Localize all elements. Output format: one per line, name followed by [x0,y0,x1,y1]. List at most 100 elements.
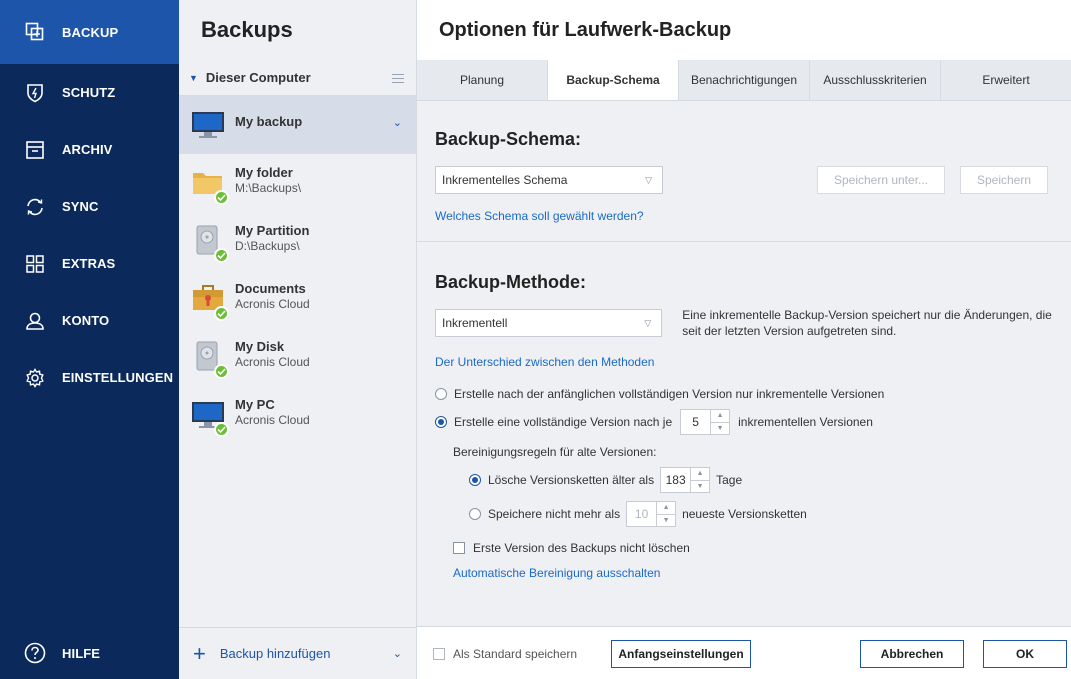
chevron-down-icon: ▽ [645,175,652,185]
radio-button[interactable] [469,508,481,520]
auto-cleanup-link[interactable]: Automatische Bereinigung ausschalten [453,566,660,580]
cancel-button[interactable]: Abbrechen [860,640,964,668]
sidebar-item-archiv[interactable]: ARCHIV [0,121,179,178]
save-as-default-option[interactable]: Als Standard speichern [433,647,577,661]
method-title: Backup-Methode: [435,272,587,292]
save-as-button[interactable]: Speichern unter... [817,166,945,194]
option-label: Speichere nicht mehr als [488,507,621,521]
folder-icon [191,165,229,205]
check-badge-icon [214,422,229,437]
caret-down-icon[interactable]: ▼ [189,73,198,83]
backup-item-my-backup[interactable]: My backup ⌄ [179,96,416,154]
chevron-down-icon: ▽ [644,318,652,328]
option-label: Lösche Versionsketten älter als [488,473,655,487]
tab-ausschlusskriterien[interactable]: Ausschlusskriterien [810,60,941,100]
archive-box-icon [24,139,46,161]
add-backup-label: Backup hinzufügen [219,646,331,661]
sync-icon [24,196,46,218]
tab-backup-schema[interactable]: Backup-Schema [548,60,679,100]
user-icon [24,310,46,332]
help-label: HILFE [62,645,101,661]
radio-button-selected[interactable] [435,416,447,428]
option-full-every-n[interactable]: Erstelle eine vollständige Version nach … [435,409,1053,435]
sidebar-item-sync[interactable]: SYNC [0,178,179,235]
chevron-down-icon[interactable]: ⌄ [393,116,402,129]
monitor-icon [191,107,225,141]
stepper-value[interactable]: 183 [661,468,692,492]
backup-item-my-pc[interactable]: My PC Acronis Cloud [179,386,416,444]
initial-settings-button[interactable]: Anfangseinstellungen [611,640,751,668]
cleanup-option-count[interactable]: Speichere nicht mehr als 10 ▲ ▼ neueste V… [469,501,1053,527]
backup-list-panel: Backups ▼ Dieser Computer My backup ⌄ My… [179,0,417,679]
decrement-icon[interactable]: ▼ [711,423,729,435]
schema-help-link[interactable]: Welches Schema soll gewählt werden? [435,209,644,223]
sidebar-item-backup[interactable]: BACKUP [0,0,179,64]
option-suffix: inkrementellen Versionen [738,415,873,429]
backup-name: My PC [235,397,275,412]
backup-item-my-partition[interactable]: My Partition D:\Backups\ [179,212,416,270]
chevron-down-icon[interactable]: ⌄ [393,647,402,660]
sidebar-item-konto[interactable]: KONTO [0,292,179,349]
options-panel: Optionen für Laufwerk-Backup Planung Bac… [417,0,1071,679]
backup-path: Acronis Cloud [235,355,310,369]
gear-icon [24,367,46,389]
increment-icon[interactable]: ▲ [691,468,710,481]
sidebar-item-einstellungen[interactable]: EINSTELLUNGEN [0,349,179,406]
increment-icon[interactable]: ▲ [657,502,676,515]
page-title: Optionen für Laufwerk-Backup [439,18,732,41]
group-label: Dieser Computer [205,70,311,85]
ok-button[interactable]: OK [983,640,1067,668]
keep-first-version-option[interactable]: Erste Version des Backups nicht löschen [453,541,1053,555]
panel-title: Backups [201,17,293,42]
sidebar-item-label: ARCHIV [62,142,113,157]
sidebar-item-extras[interactable]: EXTRAS [0,235,179,292]
backup-path: Acronis Cloud [235,297,310,311]
schema-dropdown[interactable]: Inkrementelles Schema ▽ [435,166,663,194]
increment-icon[interactable]: ▲ [711,410,730,423]
footer-bar: Als Standard speichern Anfangseinstellun… [417,626,1071,679]
chain-count-stepper[interactable]: 10 ▲ ▼ [626,501,677,527]
backup-name: My folder [235,165,293,180]
method-description: Eine inkrementelle Backup-Version speich… [682,308,1052,338]
radio-button[interactable] [435,388,447,400]
decrement-icon[interactable]: ▼ [691,481,709,493]
method-dropdown[interactable]: Inkrementell ▽ [435,309,663,337]
save-button[interactable]: Speichern [960,166,1048,194]
backup-item-documents[interactable]: Documents Acronis Cloud [179,270,416,328]
menu-lines-icon[interactable] [392,74,404,86]
stepper-value[interactable]: 5 [681,410,712,434]
sidebar-item-schutz[interactable]: SCHUTZ [0,64,179,121]
backup-item-my-folder[interactable]: My folder M:\Backups\ [179,154,416,212]
backup-item-my-disk[interactable]: My Disk Acronis Cloud [179,328,416,386]
method-diff-link[interactable]: Der Unterschied zwischen den Methoden [435,355,654,369]
backup-path: M:\Backups\ [235,181,302,195]
tab-planung[interactable]: Planung [417,60,548,100]
backup-name: Documents [235,281,306,296]
check-badge-icon [214,248,229,263]
check-badge-icon [214,190,229,205]
check-badge-icon [214,364,229,379]
stepper-value[interactable]: 10 [627,502,658,526]
age-days-stepper[interactable]: 183 ▲ ▼ [660,467,711,493]
checkbox-label: Als Standard speichern [453,647,578,661]
sidebar-item-label: SCHUTZ [62,85,116,100]
sidebar-item-label: EXTRAS [62,256,116,271]
sidebar-item-hilfe[interactable]: HILFE [0,627,179,679]
checkbox[interactable] [453,542,465,554]
cleanup-option-age[interactable]: Lösche Versionsketten älter als 183 ▲ ▼ T… [469,467,1053,493]
full-interval-stepper[interactable]: 5 ▲ ▼ [680,409,731,435]
tab-benachrichtigungen[interactable]: Benachrichtigungen [679,60,810,100]
schema-dropdown-value: Inkrementelles Schema [442,173,568,187]
briefcase-icon [191,281,229,321]
tab-erweitert[interactable]: Erweitert [941,60,1071,100]
option-incremental-only[interactable]: Erstelle nach der anfänglichen vollständ… [435,387,1053,401]
add-backup-button[interactable]: + Backup hinzufügen ⌄ [179,627,416,679]
backup-path: Acronis Cloud [235,413,310,427]
sidebar: BACKUP SCHUTZ ARCHIV SYNC EXTRAS KONTO E… [0,0,179,679]
group-header[interactable]: ▼ Dieser Computer [179,60,416,96]
checkbox[interactable] [433,648,445,660]
radio-button-selected[interactable] [469,474,481,486]
decrement-icon[interactable]: ▼ [657,515,675,527]
options-content: Backup-Schema: Inkrementelles Schema ▽ S… [417,101,1071,626]
backup-name: My Partition [235,223,310,238]
